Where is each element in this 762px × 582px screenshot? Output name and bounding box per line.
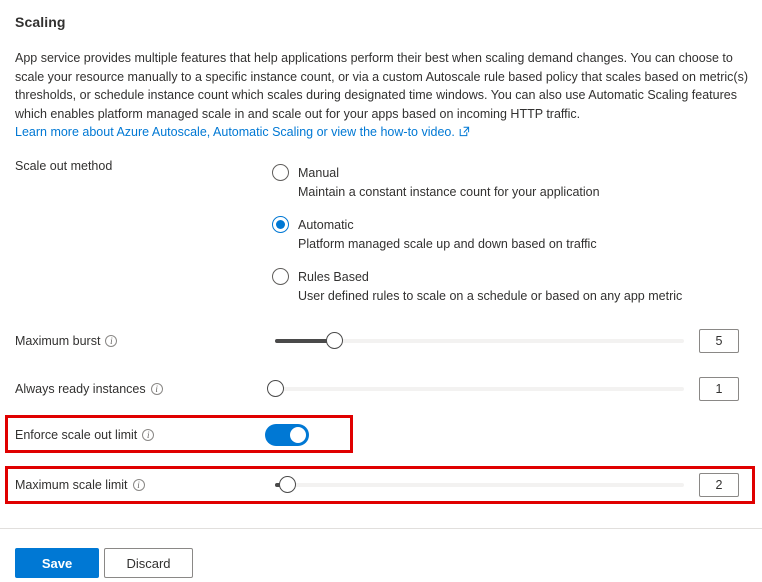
page-title: Scaling — [15, 14, 66, 30]
radio-option-manual-label: Manual — [298, 166, 339, 180]
radio-option-automatic-description: Platform managed scale up and down based… — [298, 237, 597, 251]
maximum-scale-limit-slider-thumb[interactable] — [279, 476, 296, 493]
always-ready-instances-slider-track[interactable] — [275, 387, 684, 391]
radio-icon-automatic[interactable] — [272, 216, 289, 233]
info-icon-enforce-scale-out-limit[interactable] — [142, 429, 154, 441]
external-link-icon — [459, 124, 470, 142]
radio-option-manual[interactable]: Manual Maintain a constant instance coun… — [272, 164, 600, 199]
radio-option-manual-description: Maintain a constant instance count for y… — [298, 185, 600, 199]
page-description: App service provides multiple features t… — [15, 49, 751, 123]
always-ready-instances-slider-thumb[interactable] — [267, 380, 284, 397]
maximum-burst-slider-thumb[interactable] — [326, 332, 343, 349]
maximum-scale-limit-slider-track[interactable] — [275, 483, 684, 487]
enforce-scale-out-limit-label-text: Enforce scale out limit — [15, 428, 137, 442]
scale-out-method-label: Scale out method — [15, 159, 112, 173]
maximum-burst-label-text: Maximum burst — [15, 334, 100, 348]
always-ready-instances-label-text: Always ready instances — [15, 382, 146, 396]
maximum-scale-limit-label: Maximum scale limit — [15, 478, 145, 492]
radio-icon-manual[interactable] — [272, 164, 289, 181]
info-icon-maximum-scale-limit[interactable] — [133, 479, 145, 491]
radio-icon-rules-based[interactable] — [272, 268, 289, 285]
save-button[interactable]: Save — [15, 548, 99, 578]
radio-option-rules-based-label: Rules Based — [298, 270, 369, 284]
maximum-burst-value[interactable]: 5 — [699, 329, 739, 353]
enforce-scale-out-limit-toggle[interactable] — [265, 424, 309, 446]
discard-button[interactable]: Discard — [104, 548, 193, 578]
radio-option-rules-based-description: User defined rules to scale on a schedul… — [298, 289, 682, 303]
enforce-scale-out-limit-label: Enforce scale out limit — [15, 428, 154, 442]
radio-option-manual-row[interactable]: Manual — [272, 164, 600, 181]
scaling-settings-page: Scaling App service provides multiple fe… — [0, 0, 762, 582]
always-ready-instances-slider[interactable] — [275, 380, 684, 398]
maximum-burst-slider[interactable] — [275, 332, 684, 350]
maximum-scale-limit-value[interactable]: 2 — [699, 473, 739, 497]
always-ready-instances-label: Always ready instances — [15, 382, 163, 396]
radio-option-automatic[interactable]: Automatic Platform managed scale up and … — [272, 216, 597, 251]
always-ready-instances-value[interactable]: 1 — [699, 377, 739, 401]
radio-option-automatic-row[interactable]: Automatic — [272, 216, 597, 233]
maximum-scale-limit-label-text: Maximum scale limit — [15, 478, 128, 492]
maximum-scale-limit-slider[interactable] — [275, 476, 684, 494]
maximum-burst-label: Maximum burst — [15, 334, 117, 348]
radio-option-rules-based[interactable]: Rules Based User defined rules to scale … — [272, 268, 682, 303]
footer-divider — [0, 528, 762, 529]
radio-option-automatic-label: Automatic — [298, 218, 354, 232]
info-icon-maximum-burst[interactable] — [105, 335, 117, 347]
learn-more-link[interactable]: Learn more about Azure Autoscale, Automa… — [15, 123, 470, 142]
radio-option-rules-based-row[interactable]: Rules Based — [272, 268, 682, 285]
toggle-knob-icon — [290, 427, 306, 443]
learn-more-link-text: Learn more about Azure Autoscale, Automa… — [15, 125, 455, 139]
info-icon-always-ready-instances[interactable] — [151, 383, 163, 395]
